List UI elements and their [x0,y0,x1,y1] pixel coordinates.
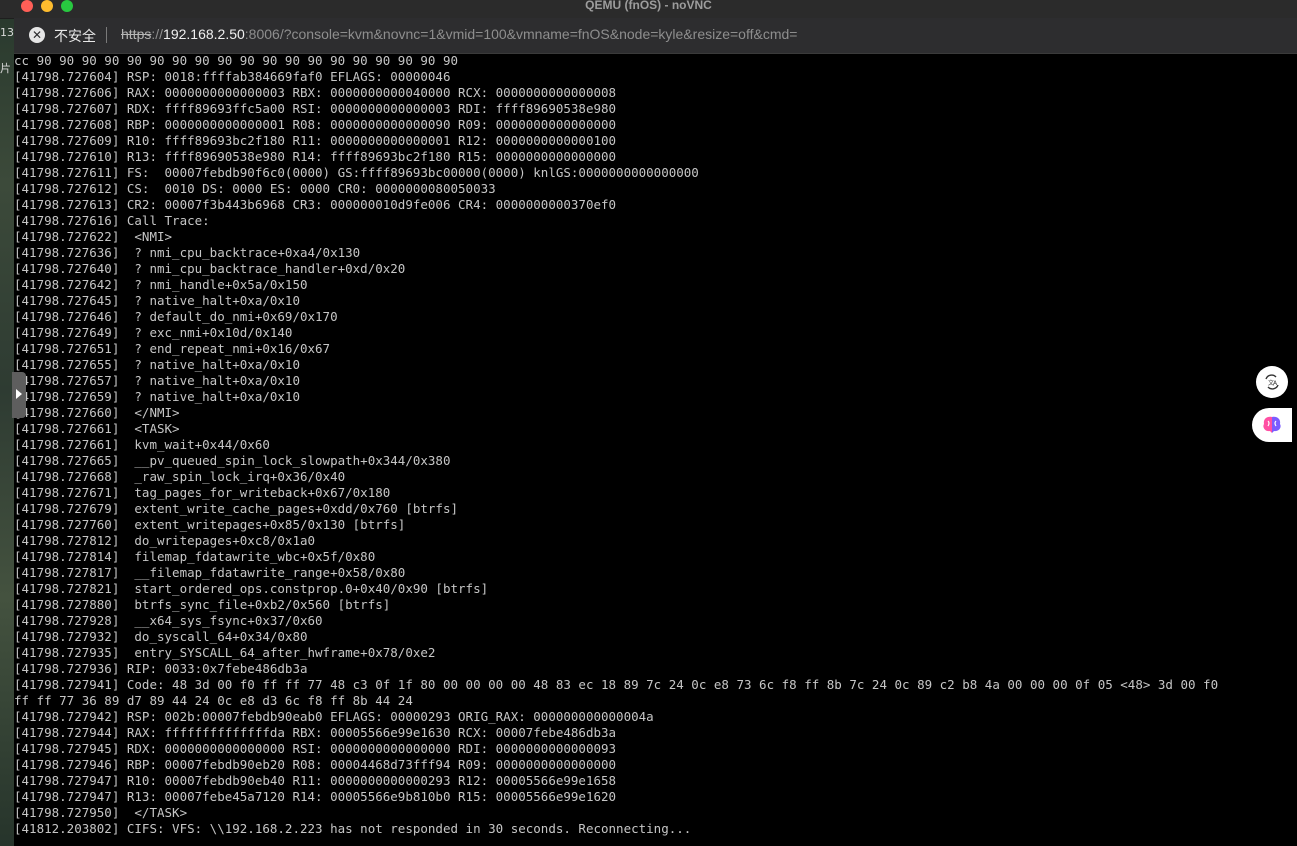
window-title: QEMU (fnOS) - noVNC [585,0,712,12]
url-separator: :// [151,26,164,42]
console-line: [41798.727932] do_syscall_64+0x34/0x80 [14,629,308,644]
url-path: :8006/?console=kvm&novnc=1&vmid=100&vmna… [244,26,798,42]
address-divider [106,27,107,43]
console-line: [41798.727606] RAX: 0000000000000003 RBX… [14,85,617,100]
novnc-window: 13 片 QEMU (fnOS) - noVNC ✕ 不安全 https://1… [0,0,1297,846]
console-line: [41798.727814] filemap_fdatawrite_wbc+0x… [14,549,376,564]
console-line: [41798.727645] ? native_halt+0xa/0x10 [14,293,300,308]
console-line: [41798.727935] entry_SYSCALL_64_after_hw… [14,645,436,660]
console-line: [41798.727612] CS: 0010 DS: 0000 ES: 000… [14,181,496,196]
console-line: [41798.727944] RAX: ffffffffffffffda RBX… [14,725,617,740]
url-field[interactable]: https://192.168.2.50:8006/?console=kvm&n… [121,26,797,42]
console-line: [41798.727649] ? exc_nmi+0x10d/0x140 [14,325,293,340]
console-line: [41798.727665] __pv_queued_spin_lock_slo… [14,453,451,468]
console-line: [41798.727936] RIP: 0033:0x7febe486db3a [14,661,308,676]
desktop-fragment: 片 [0,62,11,75]
close-circle-icon[interactable]: ✕ [29,27,45,43]
console-line: [41798.727947] R10: 00007febdb90eb40 R11… [14,773,617,788]
console-line: [41798.727947] R13: 00007febe45a7120 R14… [14,789,617,804]
desktop-fragment: 13 [0,26,14,39]
console-line: [41798.727655] ? native_halt+0xa/0x10 [14,357,300,372]
ai-assistant-button[interactable] [1252,408,1292,442]
console-line: [41798.727660] </NMI> [14,405,180,420]
console-line: [41798.727821] start_ordered_ops.constpr… [14,581,489,596]
console-line: [41812.203802] CIFS: VFS: \\192.168.2.22… [14,821,692,836]
address-bar[interactable]: ✕ 不安全 https://192.168.2.50:8006/?console… [14,18,1297,54]
console-line: [41798.727613] CR2: 00007f3b443b6968 CR3… [14,197,617,212]
translate-button[interactable]: 文 A [1256,366,1288,398]
console-line: [41798.727946] RBP: 00007febdb90eb20 R08… [14,757,617,772]
console-line: [41798.727880] btrfs_sync_file+0xb2/0x56… [14,597,391,612]
novnc-sidebar-toggle[interactable] [12,372,26,418]
console-line: ff ff 77 36 89 d7 89 44 24 0c e8 d3 6c f… [14,693,413,708]
console-line: [41798.727608] RBP: 0000000000000001 R08… [14,117,617,132]
console-line: [41798.727610] R13: ffff89690538e980 R14… [14,149,617,164]
console-line: [41798.727668] _raw_spin_lock_irq+0x36/0… [14,469,346,484]
url-host: 192.168.2.50 [163,26,245,42]
console-line: [41798.727941] Code: 48 3d 00 f0 ff ff 7… [14,677,1219,692]
console-line: [41798.727812] do_writepages+0xc8/0x1a0 [14,533,316,548]
title-bar[interactable]: QEMU (fnOS) - noVNC [0,0,1297,19]
console-line: [41798.727661] <TASK> [14,421,180,436]
console-line: [41798.727646] ? default_do_nmi+0x69/0x1… [14,309,338,324]
desktop-background: 13 片 [0,18,14,846]
console-line: [41798.727942] RSP: 002b:00007febdb90eab… [14,709,654,724]
console-line: [41798.727640] ? nmi_cpu_backtrace_handl… [14,261,406,276]
console-line: [41798.727651] ? end_repeat_nmi+0x16/0x6… [14,341,331,356]
console-line: [41798.727607] RDX: ffff89693ffc5a00 RSI… [14,101,617,116]
translate-icon: 文 A [1265,374,1279,390]
brain-icon [1263,416,1281,433]
url-scheme: https [121,26,152,42]
console-line: [41798.727661] kvm_wait+0x44/0x60 [14,437,270,452]
console-line: [41798.727611] FS: 00007febdb90f6c0(0000… [14,165,699,180]
console-line: [41798.727642] ? nmi_handle+0x5a/0x150 [14,277,308,292]
console-line: [41798.727671] tag_pages_for_writeback+0… [14,485,391,500]
console-line: [41798.727817] __filemap_fdatawrite_rang… [14,565,406,580]
console-line: [41798.727636] ? nmi_cpu_backtrace+0xa4/… [14,245,361,260]
console-line: [41798.727950] </TASK> [14,805,188,820]
console-output: cc 90 90 90 90 90 90 90 90 90 90 90 90 9… [14,54,1292,837]
vnc-console[interactable]: cc 90 90 90 90 90 90 90 90 90 90 90 90 9… [14,54,1292,846]
console-line: [41798.727760] extent_writepages+0x85/0x… [14,517,406,532]
console-line: [41798.727609] R10: ffff89693bc2f180 R11… [14,133,617,148]
console-line: [41798.727622] <NMI> [14,229,173,244]
console-line: [41798.727604] RSP: 0018:ffffab384669faf… [14,69,451,84]
chevron-right-icon [16,389,22,399]
security-status-label[interactable]: 不安全 [54,26,96,46]
console-line: cc 90 90 90 90 90 90 90 90 90 90 90 90 9… [14,54,459,68]
console-line: [41798.727928] __x64_sys_fsync+0x37/0x60 [14,613,323,628]
console-line: [41798.727616] Call Trace: [14,213,210,228]
console-line: [41798.727659] ? native_halt+0xa/0x10 [14,389,300,404]
console-line: [41798.727945] RDX: 0000000000000000 RSI… [14,741,617,756]
console-line: [41798.727657] ? native_halt+0xa/0x10 [14,373,300,388]
console-line: [41798.727679] extent_write_cache_pages+… [14,501,459,516]
